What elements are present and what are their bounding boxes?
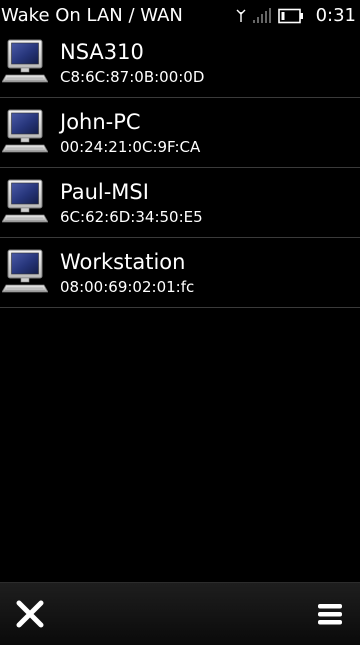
app-title: Wake On LAN / WAN xyxy=(1,5,183,26)
bottom-toolbar xyxy=(0,582,360,645)
device-mac: 6C:62:6D:34:50:E5 xyxy=(60,208,203,226)
close-icon xyxy=(16,600,44,628)
computer-icon xyxy=(2,179,48,223)
device-mac: C8:6C:87:0B:00:0D xyxy=(60,68,205,86)
device-list: NSA310 C8:6C:87:0B:00:0D John-PC 00:24:2… xyxy=(0,28,360,308)
computer-icon xyxy=(2,39,48,83)
device-mac: 08:00:69:02:01:fc xyxy=(60,278,195,296)
device-item-paul-msi[interactable]: Paul-MSI 6C:62:6D:34:50:E5 xyxy=(0,168,360,238)
antenna-icon xyxy=(236,9,246,22)
device-name: John-PC xyxy=(60,110,141,134)
device-mac: 00:24:21:0C:9F:CA xyxy=(60,138,201,156)
device-name: Paul-MSI xyxy=(60,180,149,204)
device-item-john-pc[interactable]: John-PC 00:24:21:0C:9F:CA xyxy=(0,98,360,168)
computer-icon xyxy=(2,249,48,293)
options-menu-button[interactable] xyxy=(312,596,348,632)
signal-strength-icon xyxy=(252,8,271,23)
menu-icon xyxy=(318,604,342,625)
status-icons: 0:31 xyxy=(236,6,356,26)
close-button[interactable] xyxy=(12,596,48,632)
device-name: Workstation xyxy=(60,250,186,274)
computer-icon xyxy=(2,109,48,153)
device-item-nsa310[interactable]: NSA310 C8:6C:87:0B:00:0D xyxy=(0,28,360,98)
clock: 0:31 xyxy=(315,5,356,26)
device-item-workstation[interactable]: Workstation 08:00:69:02:01:fc xyxy=(0,238,360,308)
device-name: NSA310 xyxy=(60,40,144,64)
battery-icon xyxy=(277,8,303,24)
